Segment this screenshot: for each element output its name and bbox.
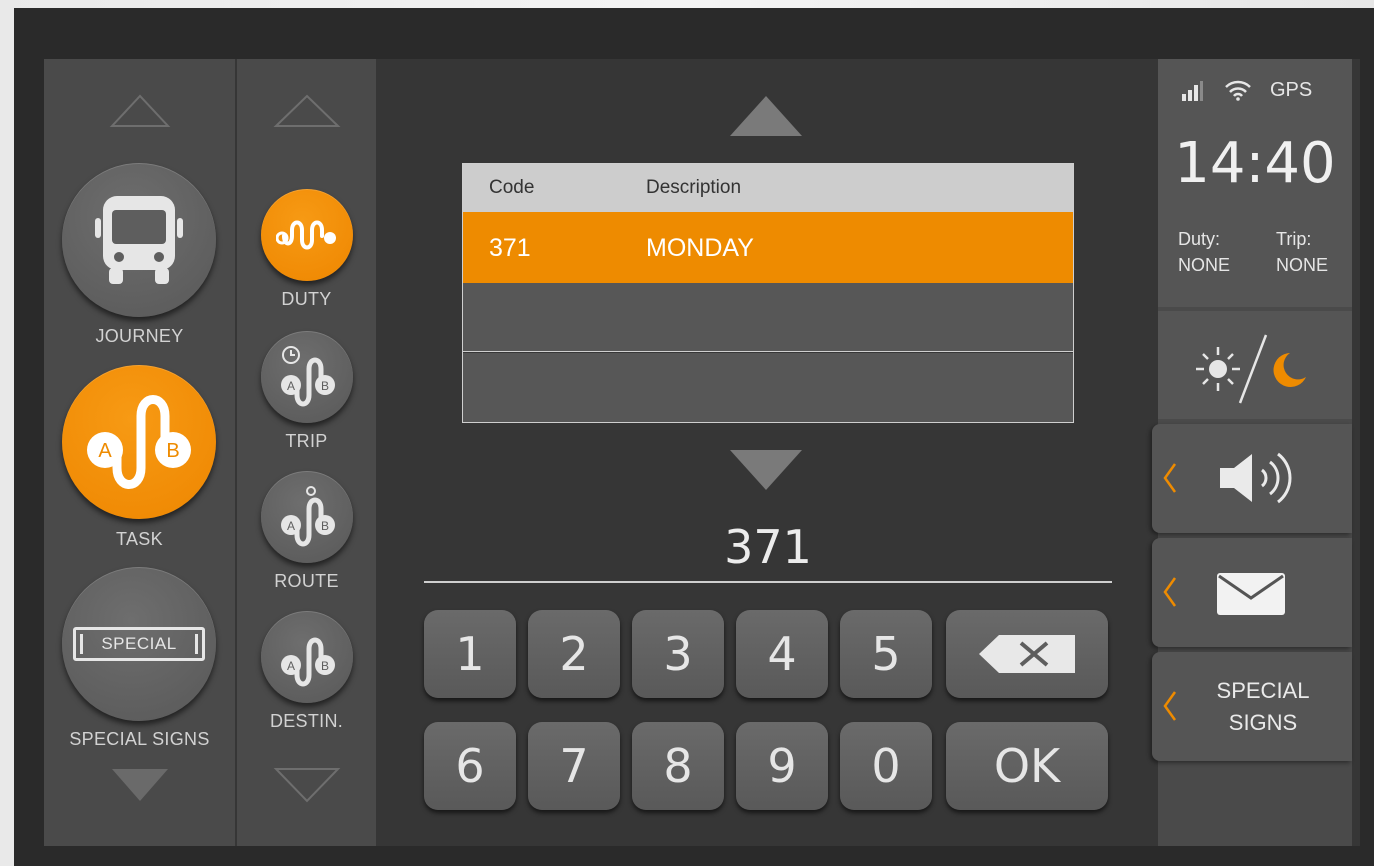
svg-text:B: B xyxy=(321,519,329,533)
svg-text:B: B xyxy=(166,440,179,462)
destination-icon: A B xyxy=(281,637,335,687)
day-night-toggle[interactable] xyxy=(1158,311,1352,419)
journey-button[interactable] xyxy=(62,163,216,317)
status-box: GPS 14:40 Duty: NONE Trip: NONE xyxy=(1158,59,1352,307)
special-signs-button[interactable]: SPECIAL xyxy=(62,567,216,721)
entry-display: 371 xyxy=(724,520,812,574)
header-description: Description xyxy=(646,177,742,198)
chevron-left-icon xyxy=(1163,577,1177,607)
list-up-arrow-icon[interactable] xyxy=(728,94,804,138)
special-signs-tab-line1: SPECIAL xyxy=(1216,678,1310,703)
wifi-icon xyxy=(1225,80,1251,101)
clock: 14:40 xyxy=(1174,131,1336,196)
duty-status-label: Duty: xyxy=(1178,229,1221,249)
svg-text:A: A xyxy=(287,379,295,393)
route-ab-icon: A B xyxy=(87,395,191,489)
route-icon: A B xyxy=(281,486,335,547)
selection-table: Code Description 371 MONDAY xyxy=(462,163,1074,423)
key-8[interactable]: 8 xyxy=(632,722,724,810)
svg-text:A: A xyxy=(98,440,112,462)
special-signs-tab-line2: SIGNS xyxy=(1228,710,1298,735)
svg-text:B: B xyxy=(321,659,329,673)
trip-status-label: Trip: xyxy=(1276,229,1312,249)
journey-label: JOURNEY xyxy=(95,326,184,346)
entry-underline xyxy=(424,581,1112,583)
submenu-scroll-down-icon[interactable] xyxy=(272,765,342,805)
key-2[interactable]: 2 xyxy=(528,610,620,698)
trip-button[interactable]: A B xyxy=(261,331,353,423)
header-code: Code xyxy=(489,177,535,198)
task-button[interactable]: A B xyxy=(62,365,216,519)
chevron-left-icon xyxy=(1163,691,1177,721)
submenu-scroll-up-icon[interactable] xyxy=(272,93,342,129)
key-5[interactable]: 5 xyxy=(840,610,932,698)
trip-label: TRIP xyxy=(285,431,328,451)
key-3[interactable]: 3 xyxy=(632,610,724,698)
envelope-icon xyxy=(1217,573,1285,615)
special-sign-text: SPECIAL xyxy=(101,634,177,653)
duty-button[interactable] xyxy=(261,189,353,281)
trip-status-value: NONE xyxy=(1276,255,1329,275)
table-row[interactable] xyxy=(463,353,1073,422)
gps-label: GPS xyxy=(1270,79,1313,101)
volume-button[interactable] xyxy=(1152,424,1352,533)
table-row[interactable] xyxy=(463,283,1073,352)
backspace-button[interactable] xyxy=(946,610,1108,698)
chevron-left-icon xyxy=(1163,463,1177,493)
special-signs-label: SPECIAL SIGNS xyxy=(69,729,210,749)
main-menu: JOURNEY A B TASK SPECIAL SPECIAL SIGNS xyxy=(44,59,235,846)
route-label: ROUTE xyxy=(274,571,339,591)
route-button[interactable]: A B xyxy=(261,471,353,563)
scroll-down-icon[interactable] xyxy=(108,765,172,805)
signal-strength-icon xyxy=(1182,81,1203,101)
key-7[interactable]: 7 xyxy=(528,722,620,810)
key-9[interactable]: 9 xyxy=(736,722,828,810)
moon-icon xyxy=(1273,353,1306,387)
messages-button[interactable] xyxy=(1152,538,1352,647)
duty-icon xyxy=(276,220,336,250)
backspace-icon xyxy=(979,635,1075,673)
svg-text:A: A xyxy=(287,519,295,533)
table-row-selected[interactable]: 371 MONDAY xyxy=(463,212,1073,283)
svg-text:A: A xyxy=(287,659,295,673)
row-description: MONDAY xyxy=(646,234,754,262)
task-submenu: DUTY A B TRIP A B ROUTE A B DESTIN. xyxy=(237,59,376,846)
key-1[interactable]: 1 xyxy=(424,610,516,698)
bus-icon xyxy=(95,196,183,284)
ok-button[interactable]: OK xyxy=(946,722,1108,810)
key-6[interactable]: 6 xyxy=(424,722,516,810)
row-code: 371 xyxy=(489,234,531,262)
task-label: TASK xyxy=(116,529,163,549)
speaker-icon xyxy=(1220,452,1292,504)
destination-label: DESTIN. xyxy=(269,711,344,731)
trip-icon: A B xyxy=(281,346,335,407)
scroll-up-icon[interactable] xyxy=(108,93,172,129)
duty-label: DUTY xyxy=(281,289,332,309)
table-header: Code Description xyxy=(463,164,1073,212)
svg-text:B: B xyxy=(321,379,329,393)
special-signs-tab[interactable]: SPECIAL SIGNS xyxy=(1152,652,1352,761)
key-0[interactable]: 0 xyxy=(840,722,932,810)
special-sign-icon: SPECIAL xyxy=(73,627,205,661)
list-down-arrow-icon[interactable] xyxy=(728,448,804,492)
duty-status-value: NONE xyxy=(1178,255,1231,275)
key-4[interactable]: 4 xyxy=(736,610,828,698)
destination-button[interactable]: A B xyxy=(261,611,353,703)
